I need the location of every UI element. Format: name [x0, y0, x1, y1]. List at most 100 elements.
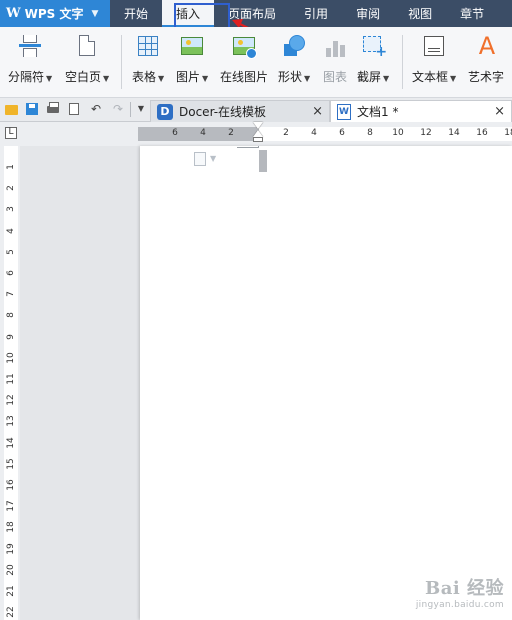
tab-doc1[interactable]: W 文档1 * ×	[330, 100, 512, 122]
chevron-down-icon: ▼	[383, 74, 390, 83]
blank-page-button[interactable]: 空白页 ▼	[65, 33, 109, 93]
customize-toolbar-button[interactable]: ▼	[133, 101, 149, 117]
insert-ribbon: 分隔符▼ 空白页▼ 表格▼ 图片▼ 在线图片 形状▼ 图表 截屏▼ 文本框▼ A…	[0, 27, 512, 98]
page-break-icon	[19, 35, 42, 57]
ruler-number: 3	[6, 206, 16, 213]
document-canvas[interactable]: ▼	[20, 146, 512, 620]
print-button[interactable]	[45, 101, 61, 117]
chart-label: 图表	[322, 70, 347, 84]
chevron-down-icon: ▼	[202, 74, 209, 83]
paragraph-layout-icon[interactable]	[194, 152, 206, 166]
ruler-number: 12	[420, 128, 432, 138]
chart-button[interactable]: 图表	[322, 33, 348, 93]
shape-label: 形状	[278, 70, 303, 84]
close-icon[interactable]: ×	[312, 104, 323, 119]
text-box-button[interactable]: 文本框 ▼	[412, 33, 456, 93]
open-button[interactable]	[3, 101, 19, 117]
ruler-number: 6	[6, 270, 16, 276]
ruler-number: 9	[6, 333, 16, 340]
separator-button[interactable]: 分隔符 ▼	[8, 33, 52, 93]
print-preview-button[interactable]	[66, 101, 82, 117]
close-icon[interactable]: ×	[494, 104, 505, 119]
ruler-left-margin	[138, 127, 259, 141]
tab-stop-selector[interactable]: L	[5, 127, 17, 139]
menu-tab[interactable]: 开始	[110, 0, 162, 27]
ruler-number: 16	[6, 479, 16, 491]
ruler-number: 17	[6, 500, 16, 512]
word-art-label: 艺术字	[468, 70, 505, 84]
ruler-number: 8	[367, 128, 373, 138]
app-menu-button[interactable]: W WPS 文字 ▼	[0, 0, 110, 27]
ruler-number: 20	[6, 564, 16, 576]
ruler-number: 10	[6, 352, 16, 364]
online-picture-button[interactable]: 在线图片	[220, 33, 268, 93]
ruler-number: 2	[228, 128, 234, 138]
screenshot-label: 截屏	[357, 70, 382, 84]
menu-tab[interactable]: 插入	[162, 0, 215, 27]
redo-button[interactable]: ↷	[110, 101, 126, 117]
save-button[interactable]	[24, 101, 40, 117]
separator-label: 分隔符	[8, 70, 45, 84]
ruler-number: 22	[6, 606, 16, 618]
ruler-number: 6	[172, 128, 178, 138]
ruler-number: 4	[311, 128, 317, 138]
undo-button[interactable]: ↶	[88, 101, 104, 117]
menu-tab[interactable]: 章节	[446, 0, 498, 27]
shape-button[interactable]: 形状 ▼	[278, 33, 310, 93]
chevron-down-icon: ▼	[210, 154, 217, 163]
blank-page-label: 空白页	[65, 70, 102, 84]
ruler-number: 14	[6, 436, 16, 449]
screenshot-button[interactable]: 截屏▼	[357, 33, 389, 93]
page-corner-mark	[258, 146, 259, 148]
ruler-number: 11	[6, 373, 16, 385]
document-page[interactable]: ▼	[140, 146, 512, 620]
menu-tab[interactable]: 视图	[394, 0, 446, 27]
ruler-number: 5	[6, 248, 16, 255]
online-picture-label: 在线图片	[220, 70, 269, 84]
globe-icon	[246, 48, 257, 59]
vertical-ruler[interactable]: 1 2 3 4 5 6 7 8 9 10 11 12 13 14 15 16 17 18 19 20 21 22	[4, 146, 18, 620]
chevron-down-icon: ▼	[137, 104, 145, 113]
indent-marker[interactable]	[253, 122, 263, 144]
text-box-icon	[424, 36, 445, 56]
menu-tabs: 开始 插入 页面布局 引用 审阅 视图 章节	[110, 0, 498, 27]
ruler-number: 8	[6, 312, 16, 319]
ruler-number: 6	[339, 128, 345, 138]
picture-icon	[181, 37, 204, 55]
save-icon	[26, 103, 38, 115]
ruler-number: 12	[6, 394, 16, 406]
word-art-button[interactable]: A 艺术字	[468, 32, 505, 93]
ruler-number: 7	[6, 291, 16, 298]
word-doc-icon: W	[337, 103, 351, 120]
ruler-number: 19	[6, 542, 16, 555]
tab-docer-label: Docer-在线模板	[179, 105, 267, 119]
tab-bar: ↶ ↷ ▼ D Docer-在线模板 × W 文档1 * ×	[0, 98, 512, 122]
vertical-ruler-area: 1 2 3 4 5 6 7 8 9 10 11 12 13 14 15 16 17 18 19 20 21 22	[0, 146, 20, 620]
ruler-number: 2	[6, 185, 16, 192]
word-art-icon: A	[478, 32, 496, 60]
watermark-brand: Bai 经验	[425, 578, 504, 599]
tab-docer[interactable]: D Docer-在线模板 ×	[150, 100, 330, 122]
picture-button[interactable]: 图片 ▼	[176, 33, 208, 93]
menu-tab[interactable]: 审阅	[342, 0, 394, 27]
menu-tab[interactable]: 引用	[290, 0, 342, 27]
horizontal-ruler[interactable]: 6 4 2 2 4 6 8 10 12 14 16 18	[138, 127, 512, 141]
toolbar-divider	[130, 102, 131, 117]
shape-circle-icon	[289, 35, 306, 51]
watermark: Bai 经验 jingyan.baidu.com	[416, 574, 504, 610]
tab-doc1-label: 文档1 *	[357, 105, 399, 119]
ruler-number: 15	[6, 458, 16, 470]
ruler-number: 14	[448, 128, 460, 138]
redo-icon: ↷	[112, 102, 124, 116]
app-title: WPS 文字	[24, 7, 84, 21]
table-label: 表格	[132, 70, 157, 84]
docer-icon: D	[157, 103, 173, 120]
text-cursor	[259, 150, 267, 172]
wps-logo-icon: W	[6, 6, 21, 21]
ruler-number: 2	[283, 128, 289, 138]
ruler-number: 13	[6, 415, 16, 428]
watermark-url: jingyan.baidu.com	[415, 600, 504, 610]
table-icon	[138, 36, 159, 56]
horizontal-ruler-area: L 6 4 2 2 4 6 8 10 12 14 16 18	[0, 122, 512, 146]
table-button[interactable]: 表格 ▼	[132, 33, 164, 93]
